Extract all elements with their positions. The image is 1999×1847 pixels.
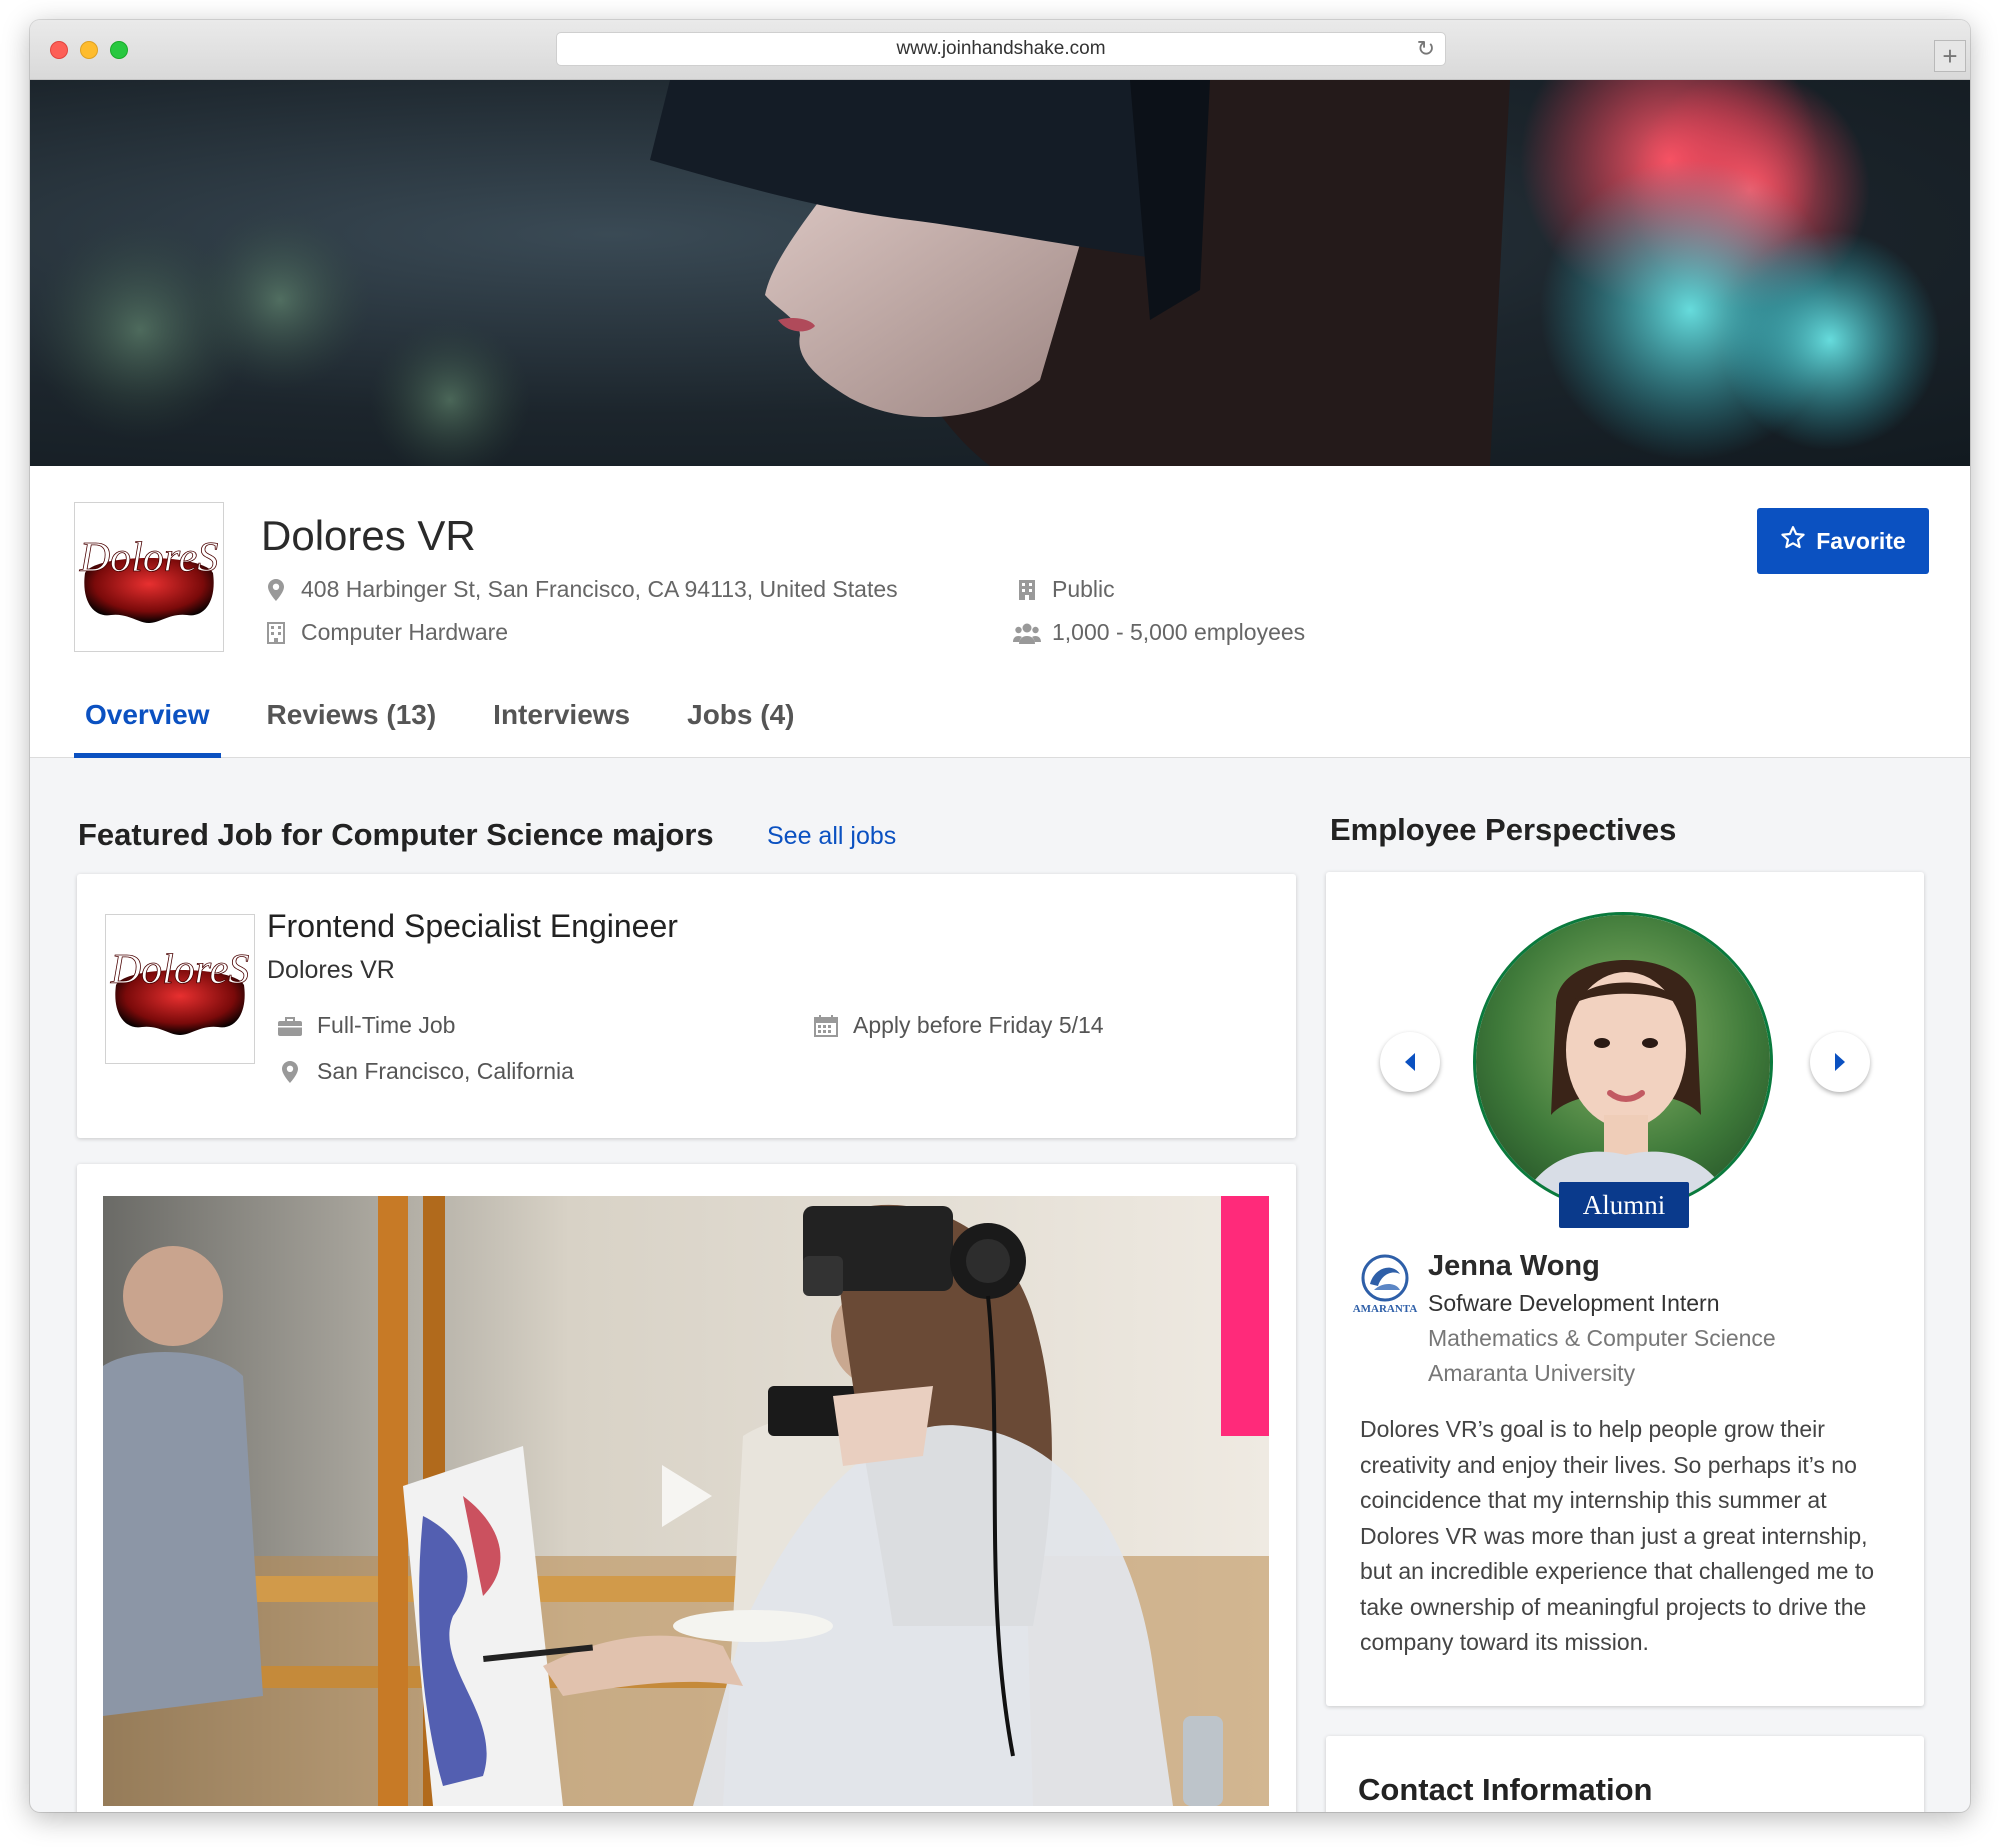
ownership-text: Public <box>1052 576 1115 602</box>
perspective-major: Mathematics & Computer Science <box>1428 1325 1776 1351</box>
next-perspective-button[interactable] <box>1810 1032 1870 1092</box>
tab-interviews[interactable]: Interviews <box>482 672 641 758</box>
university-logo-text: AMARANTA <box>1353 1303 1418 1315</box>
contact-card: Contact Information <box>1326 1736 1924 1812</box>
job-logo-text: DoloreS <box>110 947 249 993</box>
building-icon <box>261 621 291 644</box>
featured-job-heading: Featured Job for Computer Science majors <box>78 817 714 852</box>
play-icon[interactable] <box>656 1461 716 1536</box>
users-icon <box>1012 622 1042 644</box>
company-name: Dolores VR <box>261 512 476 559</box>
company-video[interactable] <box>103 1196 1269 1806</box>
job-deadline: Apply before Friday 5/14 <box>811 1012 1104 1039</box>
tab-reviews[interactable]: Reviews (13) <box>256 672 448 758</box>
plus-icon[interactable]: + <box>1934 40 1966 72</box>
see-all-jobs-link[interactable]: See all jobs <box>767 822 896 851</box>
previous-perspective-button[interactable] <box>1380 1032 1440 1092</box>
cover-photo <box>30 80 1970 466</box>
job-type-text: Full-Time Job <box>317 1012 456 1038</box>
map-pin-icon <box>275 1060 305 1083</box>
company-ownership: Public <box>1012 576 1115 603</box>
featured-job-card[interactable]: DoloreS Frontend Specialist Engineer Dol… <box>77 874 1296 1138</box>
company-size: 1,000 - 5,000 employees <box>1012 619 1305 646</box>
briefcase-icon <box>275 1016 305 1036</box>
map-pin-icon <box>261 578 291 601</box>
company-logo: DoloreS <box>74 502 224 652</box>
perspectives-heading: Employee Perspectives <box>1330 812 1677 847</box>
url-text: www.joinhandshake.com <box>896 38 1106 59</box>
job-location: San Francisco, California <box>275 1058 574 1085</box>
university-logo: AMARANTA <box>1352 1252 1418 1320</box>
job-location-text: San Francisco, California <box>317 1058 574 1084</box>
browser-toolbar: www.joinhandshake.com ↻ + <box>30 20 1970 80</box>
star-icon <box>1780 525 1806 557</box>
job-type: Full-Time Job <box>275 1012 455 1039</box>
calendar-icon <box>811 1014 841 1037</box>
office-building-icon <box>1012 579 1042 601</box>
tab-overview[interactable]: Overview <box>74 672 221 758</box>
chevron-left-icon <box>1405 1053 1415 1071</box>
chevron-right-icon <box>1835 1053 1845 1071</box>
reload-icon[interactable]: ↻ <box>1417 36 1435 62</box>
perspective-quote: Dolores VR’s goal is to help people grow… <box>1360 1416 1875 1655</box>
logo-text: DoloreS <box>79 535 218 581</box>
contact-heading: Contact Information <box>1358 1772 1653 1807</box>
browser-window: www.joinhandshake.com ↻ + DoloreS Dolore… <box>30 20 1970 1812</box>
industry-text: Computer Hardware <box>301 619 509 645</box>
tab-jobs[interactable]: Jobs (4) <box>676 672 805 758</box>
size-text: 1,000 - 5,000 employees <box>1052 619 1306 645</box>
avatar <box>1473 912 1773 1212</box>
perspective-role: Sofware Development Intern <box>1428 1290 1720 1316</box>
company-header: DoloreS Dolores VR 408 Harbinger St, San… <box>30 466 1970 758</box>
job-company: Dolores VR <box>267 956 395 984</box>
maximize-window-button[interactable] <box>110 41 128 59</box>
minimize-window-button[interactable] <box>80 41 98 59</box>
favorite-label: Favorite <box>1816 527 1906 554</box>
perspective-school: Amaranta University <box>1428 1360 1636 1386</box>
favorite-button[interactable]: Favorite <box>1757 508 1929 574</box>
company-address: 408 Harbinger St, San Francisco, CA 9411… <box>261 576 898 603</box>
perspective-card: Alumni AMARANTA Jenna Wong Sofware Devel… <box>1326 872 1924 1706</box>
address-text: 408 Harbinger St, San Francisco, CA 9411… <box>301 576 898 602</box>
company-industry: Computer Hardware <box>261 619 508 646</box>
company-video-card <box>77 1164 1296 1812</box>
company-tabs: Overview Reviews (13) Interviews Jobs (4… <box>74 672 840 758</box>
job-company-logo: DoloreS <box>105 914 255 1064</box>
close-window-button[interactable] <box>50 41 68 59</box>
perspective-name: Jenna Wong <box>1428 1250 1600 1282</box>
job-deadline-text: Apply before Friday 5/14 <box>853 1012 1104 1038</box>
alumni-badge: Alumni <box>1559 1182 1689 1228</box>
address-bar[interactable]: www.joinhandshake.com ↻ <box>556 32 1446 66</box>
job-title[interactable]: Frontend Specialist Engineer <box>267 908 678 945</box>
